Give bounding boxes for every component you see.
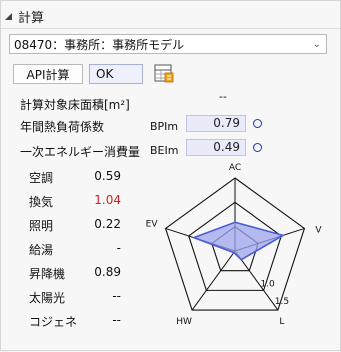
radar-axis-label: L	[279, 317, 284, 327]
calculation-panel: 計算 08470：事務所：事務所モデル ⌄ API計算 OK 計算対象床面積[m…	[0, 0, 341, 351]
radar-axis-label: EV	[146, 219, 159, 229]
radar-ring-label: 1.0	[260, 279, 275, 289]
radar-axis-label: AC	[229, 163, 241, 173]
radar-chart: AC V L HW EV 1.01.5	[146, 163, 323, 327]
radar-ring-label: 1.5	[275, 297, 289, 307]
radar-axis-label: HW	[176, 317, 192, 327]
radar-spoke	[191, 250, 236, 311]
radar-axis-label: V	[315, 225, 322, 235]
